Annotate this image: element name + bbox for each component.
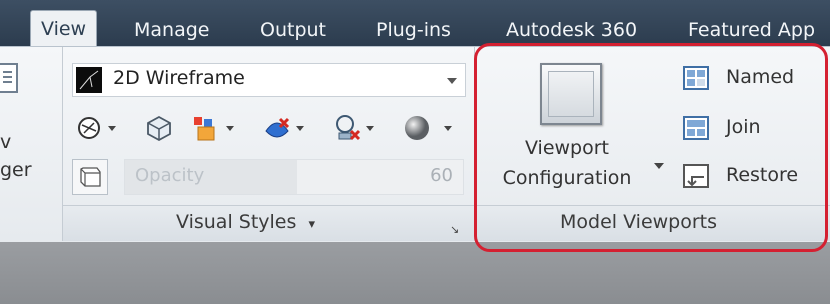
- named-label: Named: [726, 66, 795, 88]
- opacity-slider-field[interactable]: Opacity 60: [124, 159, 464, 195]
- viewport-configuration-icon[interactable]: [540, 63, 602, 125]
- opacity-label: Opacity: [135, 165, 205, 186]
- named-viewports-icon: [683, 66, 709, 90]
- visual-style-dropdown[interactable]: 2D Wireframe: [72, 63, 466, 97]
- viewport-config-label-2[interactable]: Configuration: [492, 167, 642, 189]
- visual-style-value: 2D Wireframe: [113, 67, 245, 89]
- tab-output[interactable]: Output: [254, 14, 332, 46]
- tab-autodesk-360[interactable]: Autodesk 360: [500, 14, 643, 46]
- left-label-line1: v: [0, 131, 12, 153]
- face-style-button[interactable]: [72, 159, 108, 195]
- edge-settings-icon: [336, 115, 361, 141]
- tab-manage[interactable]: Manage: [128, 14, 215, 46]
- tab-featured-apps[interactable]: Featured App: [682, 14, 821, 46]
- opacity-value: 60: [430, 165, 453, 186]
- chevron-down-icon: [444, 126, 452, 131]
- shadow-icon: [265, 117, 290, 138]
- chevron-down-icon[interactable]: [654, 163, 664, 169]
- model-viewports-panel-title: Model Viewports: [560, 211, 718, 233]
- material-sphere-icon: [405, 116, 429, 140]
- chevron-down-icon: [366, 126, 374, 131]
- tab-view[interactable]: View: [30, 10, 98, 47]
- restore-label: Restore: [726, 164, 799, 186]
- visual-styles-panel-title[interactable]: Visual Styles ▾: [176, 211, 315, 233]
- left-label-line2: ger: [0, 159, 32, 181]
- join-label: Join: [726, 116, 761, 138]
- color-layers-icon: [194, 117, 215, 141]
- ribbon-tab-bar: View Manage Output Plug-ins Autodesk 360…: [0, 0, 830, 47]
- ribbon-panel-area: v ger 2D Wireframe Opacity 60 Visual Sty…: [0, 46, 830, 242]
- chevron-down-icon: [108, 126, 116, 131]
- xray-icon: [78, 117, 100, 139]
- panel-expand-arrow-icon: ▾: [308, 217, 315, 232]
- drawing-area-background: [0, 242, 830, 304]
- viewport-config-label-1[interactable]: Viewport: [492, 137, 642, 159]
- visual-style-cube-icon: [147, 115, 171, 142]
- restore-viewports-icon: [683, 164, 709, 188]
- chevron-down-icon: [447, 78, 457, 84]
- chevron-down-icon: [226, 126, 234, 131]
- view-manager-icon[interactable]: [0, 63, 18, 93]
- wireframe-preview-icon: [76, 67, 102, 93]
- cube-outline-icon: [80, 167, 101, 187]
- chevron-down-icon: [296, 126, 304, 131]
- dialog-launcher-icon[interactable]: ↘: [450, 223, 459, 236]
- join-viewports-icon: [683, 116, 709, 140]
- tab-plug-ins[interactable]: Plug-ins: [370, 14, 457, 46]
